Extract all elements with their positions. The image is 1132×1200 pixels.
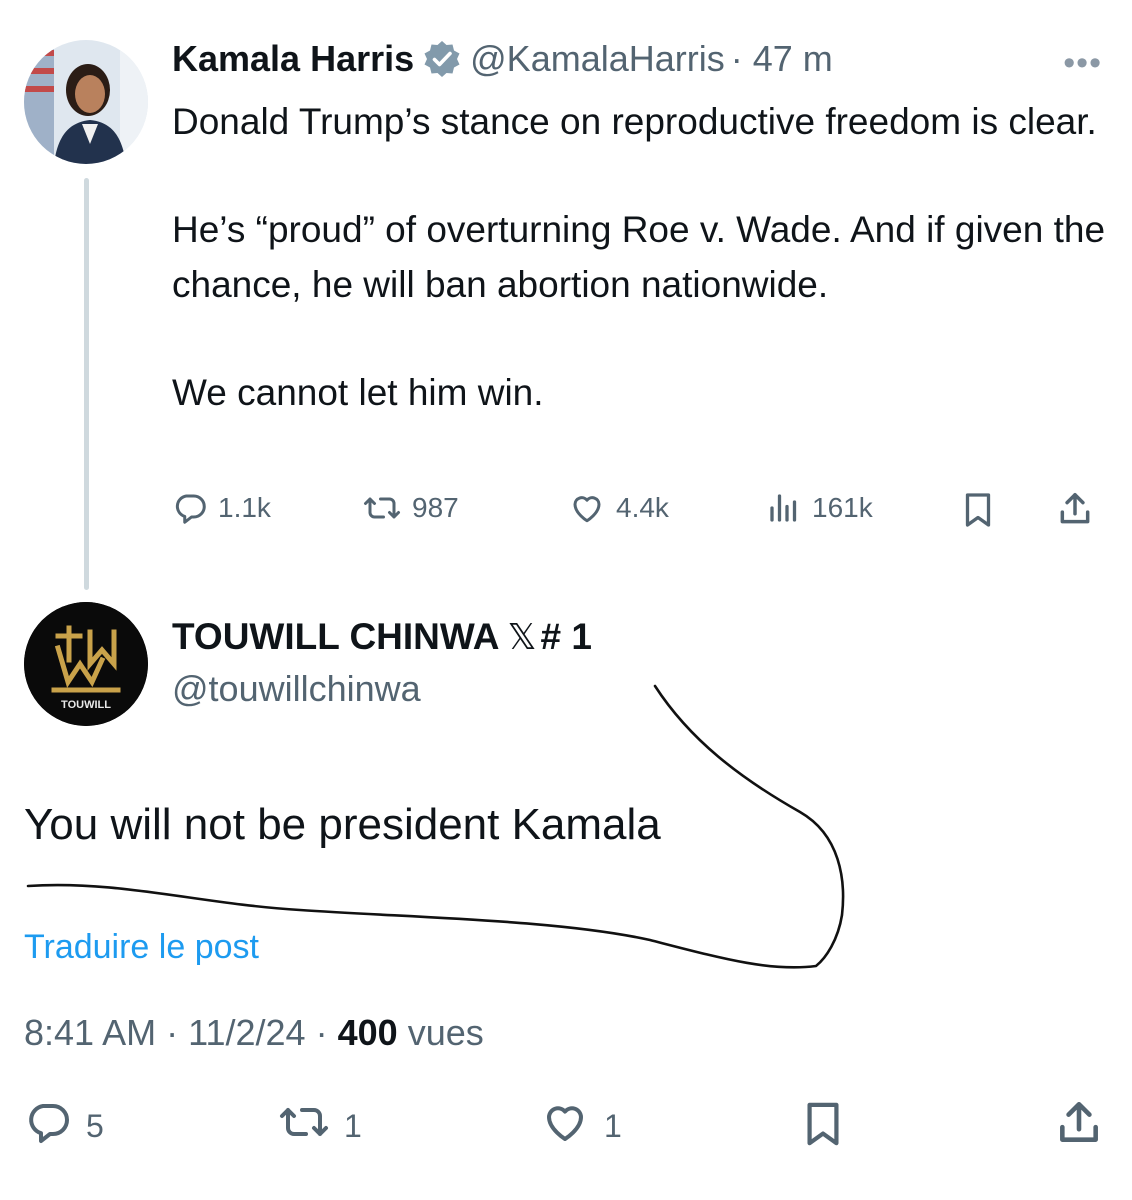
repost-count: 1 [344,1107,362,1144]
thread-connector-line [84,178,89,590]
rank-label: # 1 [540,616,592,657]
share-button[interactable] [1054,1098,1104,1156]
avatar-photo [24,40,148,164]
like-icon [540,1098,590,1154]
meta-separator: · [315,1012,328,1053]
repost-button[interactable]: 1 [278,1098,362,1154]
bookmark-icon [960,490,996,530]
like-button[interactable]: 1 [540,1098,622,1154]
reply-icon [172,490,208,526]
tweet-header: Kamala Harris @KamalaHarris · 47 m [172,38,833,80]
repost-count: 987 [412,492,459,523]
tweet-date[interactable]: 11/2/24 [188,1012,305,1053]
tweet-action-bar: 1.1k 987 4.4k 161k [172,490,1107,534]
svg-text:TOUWILL: TOUWILL [61,699,111,711]
reply-button[interactable]: 5 [24,1098,104,1154]
bookmark-button[interactable] [800,1098,846,1158]
reply-icon [24,1098,72,1154]
tweet-paragraph: Donald Trump’s stance on reproductive fr… [172,101,1097,142]
tweet-time[interactable]: · 47 m [731,38,833,80]
translate-post-link[interactable]: Traduire le post [24,928,259,967]
tweet-paragraph: We cannot let him win. [172,372,544,413]
author-avatar-kamala[interactable] [24,40,148,164]
tweet-paragraph: He’s “proud” of overturning Roe v. Wade.… [172,209,1106,305]
verified-badge-icon [422,39,462,79]
reply-author-name-row: TOUWILL CHINWA 𝕏 # 1 [172,616,592,658]
share-icon [1054,1098,1104,1156]
reply-count: 5 [86,1107,104,1144]
share-button[interactable] [1056,490,1094,528]
tweet-timestamp[interactable]: 8:41 AM [24,1012,156,1053]
author-name[interactable]: Kamala Harris [172,38,414,80]
meta-separator: · [166,1012,179,1053]
reply-author-name[interactable]: TOUWILL CHINWA [172,616,500,658]
tweet-body: Donald Trump’s stance on reproductive fr… [172,94,1112,420]
views-count: 161k [812,492,873,523]
reply-author-handle[interactable]: @touwillchinwa [172,668,421,710]
reply-text: You will not be president Kamala [24,800,661,849]
views-label: vues [407,1012,484,1053]
author-avatar-touwill[interactable]: TOUWILL [24,602,148,726]
bookmark-button[interactable] [960,490,996,530]
tweet-meta: 8:41 AM · 11/2/24 · 400 vues [24,1012,484,1054]
views-button[interactable]: 161k [766,490,873,526]
reply-action-bar: 5 1 1 [24,1098,1114,1154]
reply-button[interactable]: 1.1k [172,490,271,526]
reply-count: 1.1k [218,492,271,523]
x-logo-icon: 𝕏 [507,616,537,657]
like-icon [568,490,606,526]
touwill-logo: TOUWILL [24,602,148,726]
views-number: 400 [337,1012,398,1053]
author-handle[interactable]: @KamalaHarris [470,38,725,80]
repost-button[interactable]: 987 [362,490,459,526]
views-icon [766,490,802,526]
share-icon [1056,490,1094,528]
bookmark-icon [800,1098,846,1158]
more-options-icon[interactable]: ••• [1063,44,1102,83]
like-button[interactable]: 4.4k [568,490,669,526]
repost-icon [362,490,402,526]
like-count: 1 [604,1107,622,1144]
repost-icon [278,1098,330,1154]
like-count: 4.4k [616,492,669,523]
